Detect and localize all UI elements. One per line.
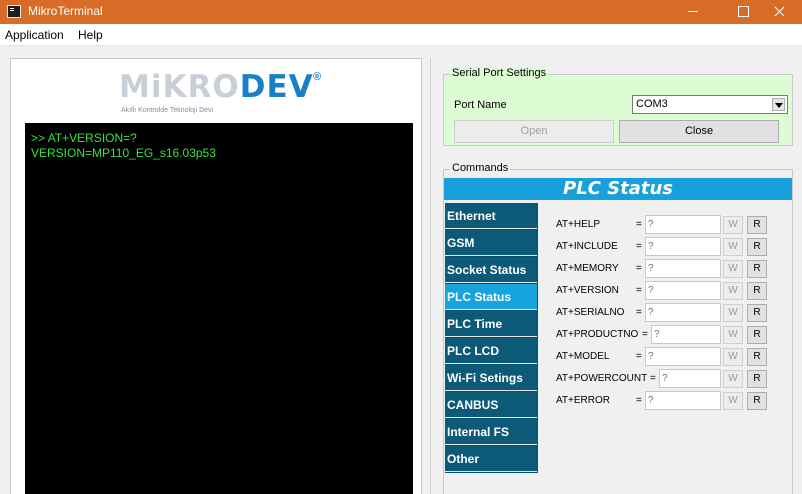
command-label: AT+MEMORY <box>556 263 619 274</box>
command-equals: = <box>636 307 642 318</box>
command-equals: = <box>636 219 642 230</box>
read-button[interactable]: R <box>747 326 767 344</box>
command-equals: = <box>636 285 642 296</box>
read-button[interactable]: R <box>747 304 767 322</box>
section-banner: PLC Status <box>444 178 792 200</box>
window-title: MikroTerminal <box>28 4 103 18</box>
command-label: AT+INCLUDE <box>556 241 618 252</box>
command-equals: = <box>636 263 642 274</box>
nav-item-plc-lcd[interactable]: PLC LCD <box>445 338 537 364</box>
chevron-down-icon[interactable] <box>772 98 785 111</box>
command-value-input[interactable] <box>645 347 721 366</box>
command-label: AT+VERSION <box>556 285 619 296</box>
nav-item-canbus[interactable]: CANBUS <box>445 392 537 418</box>
command-equals: = <box>636 241 642 252</box>
title-bar: MikroTerminal <box>0 0 802 24</box>
mikrodev-logo: MiKRODEV ® Akıllı Kontrolde Teknoloji De… <box>119 69 329 117</box>
port-name-select[interactable]: COM3 <box>632 95 788 114</box>
write-button[interactable]: W <box>723 238 743 256</box>
read-button[interactable]: R <box>747 370 767 388</box>
command-value-input[interactable] <box>645 281 721 300</box>
read-button[interactable]: R <box>747 216 767 234</box>
nav-item-plc-status[interactable]: PLC Status <box>445 284 537 310</box>
logo-brand-suffix: DEV <box>239 69 314 105</box>
command-value-input[interactable] <box>645 259 721 278</box>
command-value-input[interactable] <box>645 391 721 410</box>
command-equals: = <box>636 351 642 362</box>
settings-panel: Serial Port Settings Port Name COM3 Open… <box>430 58 802 494</box>
write-button[interactable]: W <box>723 348 743 366</box>
command-equals: = <box>650 373 656 384</box>
logo-brand-prefix: MiKRO <box>119 69 240 105</box>
close-icon[interactable] <box>756 0 802 24</box>
write-button[interactable]: W <box>723 260 743 278</box>
command-label: AT+POWERCOUNT <box>556 373 648 384</box>
read-button[interactable]: R <box>747 238 767 256</box>
command-label: AT+HELP <box>556 219 600 230</box>
commands-group-title: Commands <box>450 162 511 174</box>
nav-item-gsm[interactable]: GSM <box>445 230 537 256</box>
nav-item-other[interactable]: Other <box>445 446 537 472</box>
nav-item-socket-status[interactable]: Socket Status <box>445 257 537 283</box>
command-value-input[interactable] <box>645 237 721 256</box>
write-button[interactable]: W <box>723 326 743 344</box>
commands-group: Commands PLC Status Ethernet GSM Socket … <box>443 162 793 494</box>
minimize-icon[interactable] <box>670 0 716 24</box>
serial-port-settings-group: Serial Port Settings Port Name COM3 Open… <box>443 67 793 146</box>
terminal-app-icon <box>7 5 21 18</box>
write-button[interactable]: W <box>723 304 743 322</box>
command-category-nav: Ethernet GSM Socket Status PLC Status PL… <box>445 203 538 473</box>
write-button[interactable]: W <box>723 392 743 410</box>
write-button[interactable]: W <box>723 216 743 234</box>
write-button[interactable]: W <box>723 370 743 388</box>
console-line: >> AT+VERSION=? <box>31 131 137 145</box>
command-value-input[interactable] <box>651 325 721 344</box>
serial-group-title: Serial Port Settings <box>450 67 549 79</box>
command-value-input[interactable] <box>659 369 721 388</box>
logo-tagline: Akıllı Kontrolde Teknoloji Devi <box>121 107 214 114</box>
read-button[interactable]: R <box>747 392 767 410</box>
command-value-input[interactable] <box>645 215 721 234</box>
menu-application[interactable]: Application <box>5 28 64 42</box>
console-line: VERSION=MP110_EG_s16.03p53 <box>31 146 216 160</box>
command-label: AT+ERROR <box>556 395 610 406</box>
command-label: AT+PRODUCTNO <box>556 329 639 340</box>
close-button[interactable]: Close <box>619 120 779 143</box>
command-label: AT+MODEL <box>556 351 610 362</box>
write-button[interactable]: W <box>723 282 743 300</box>
command-value-input[interactable] <box>645 303 721 322</box>
logo-registered-mark: ® <box>313 71 322 83</box>
menu-help[interactable]: Help <box>78 28 103 42</box>
read-button[interactable]: R <box>747 282 767 300</box>
terminal-console[interactable]: >> AT+VERSION=? VERSION=MP110_EG_s16.03p… <box>25 123 413 494</box>
command-equals: = <box>636 395 642 406</box>
nav-item-wifi-settings[interactable]: Wi-Fi Setings <box>445 365 537 391</box>
nav-item-plc-time[interactable]: PLC Time <box>445 311 537 337</box>
open-button[interactable]: Open <box>454 120 614 143</box>
nav-item-ethernet[interactable]: Ethernet <box>445 203 537 229</box>
command-label: AT+SERIALNO <box>556 307 625 318</box>
terminal-panel: MiKRODEV ® Akıllı Kontrolde Teknoloji De… <box>10 58 422 494</box>
nav-item-internal-fs[interactable]: Internal FS <box>445 419 537 445</box>
command-equals: = <box>642 329 648 340</box>
menu-bar: Application Help <box>0 24 802 46</box>
read-button[interactable]: R <box>747 348 767 366</box>
read-button[interactable]: R <box>747 260 767 278</box>
app-window: MikroTerminal Application Help MiKRODEV … <box>0 0 802 494</box>
port-name-value: COM3 <box>636 98 668 110</box>
port-name-label: Port Name <box>454 99 507 111</box>
